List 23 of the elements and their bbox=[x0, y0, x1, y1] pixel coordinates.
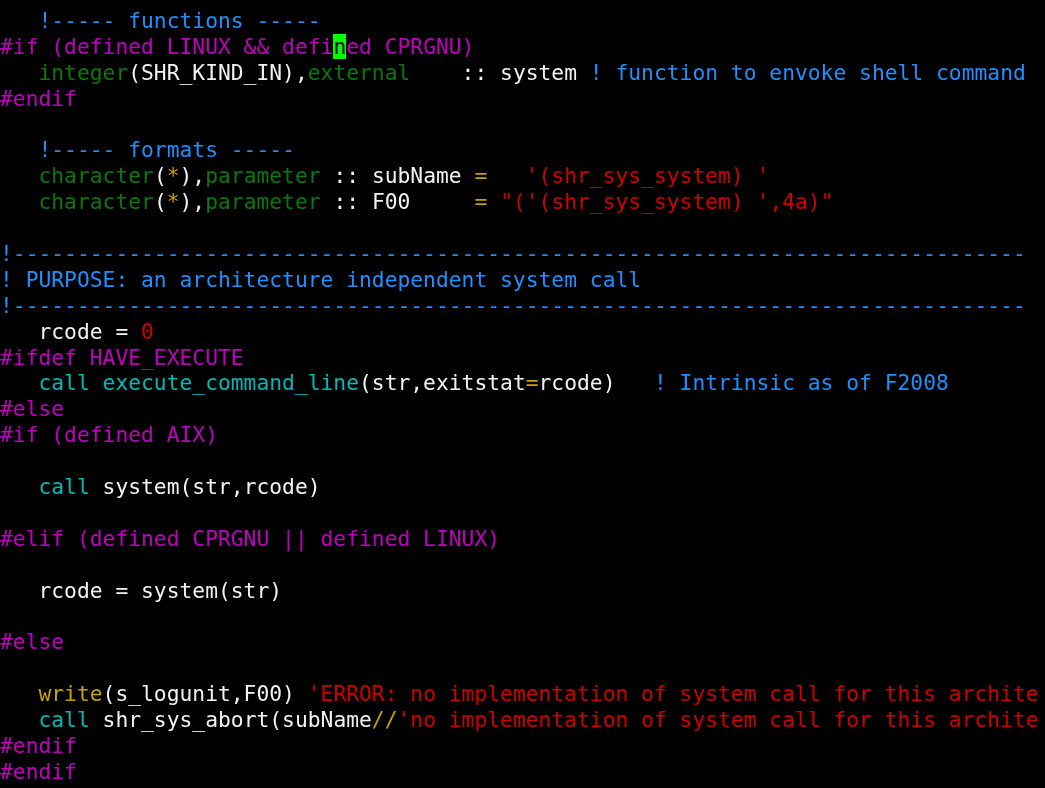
code-line: rcode = system(str) bbox=[37, 577, 283, 604]
code-line: !------------------------------------------------------------------------------- bbox=[0, 241, 1026, 267]
code-line: #if (defined AIX) bbox=[0, 422, 218, 449]
code-line: character(*),parameter :: F00 = "('(shr_sys_system) ',4a)" bbox=[37, 189, 834, 216]
code-line: write(s_logunit,F00) 'ERROR: no implementation of system call for this archite bbox=[37, 681, 1039, 708]
code-line: #else bbox=[0, 396, 65, 423]
code-line: #elif (defined CPRGNU || defined LINUX) bbox=[0, 525, 501, 552]
code-line: !----- functions ----- bbox=[37, 8, 321, 34]
code-line: call shr_sys_abort(subName//'no implementation of system call for this archite bbox=[37, 707, 1039, 733]
code-line: #else bbox=[0, 629, 65, 656]
code-line: call execute_command_line(str,exitstat=rcode) ! Intrinsic as of F2008 bbox=[37, 370, 949, 397]
code-line: rcode = 0 bbox=[37, 318, 154, 345]
code-line: character(*),parameter :: subName = '(shr_sys_system) ' bbox=[37, 163, 770, 190]
code-line: ! PURPOSE: an architecture independent system call bbox=[0, 266, 642, 293]
code-line: #endif bbox=[0, 85, 77, 112]
code-line: call system(str,rcode) bbox=[37, 474, 321, 500]
code-line: #ifdef HAVE_EXECUTE bbox=[0, 344, 244, 371]
code-line: #if (defined LINUX && defined CPRGNU) bbox=[0, 33, 475, 60]
code-line: #endif bbox=[0, 758, 77, 785]
code-line: integer(SHR_KIND_IN),external :: system ! function to envoke shell command bbox=[37, 59, 1026, 86]
code-line: #endif bbox=[0, 732, 77, 759]
code-line: !------------------------------------------------------------------------------- bbox=[0, 292, 1026, 319]
code-line: !----- formats ----- bbox=[37, 137, 295, 164]
